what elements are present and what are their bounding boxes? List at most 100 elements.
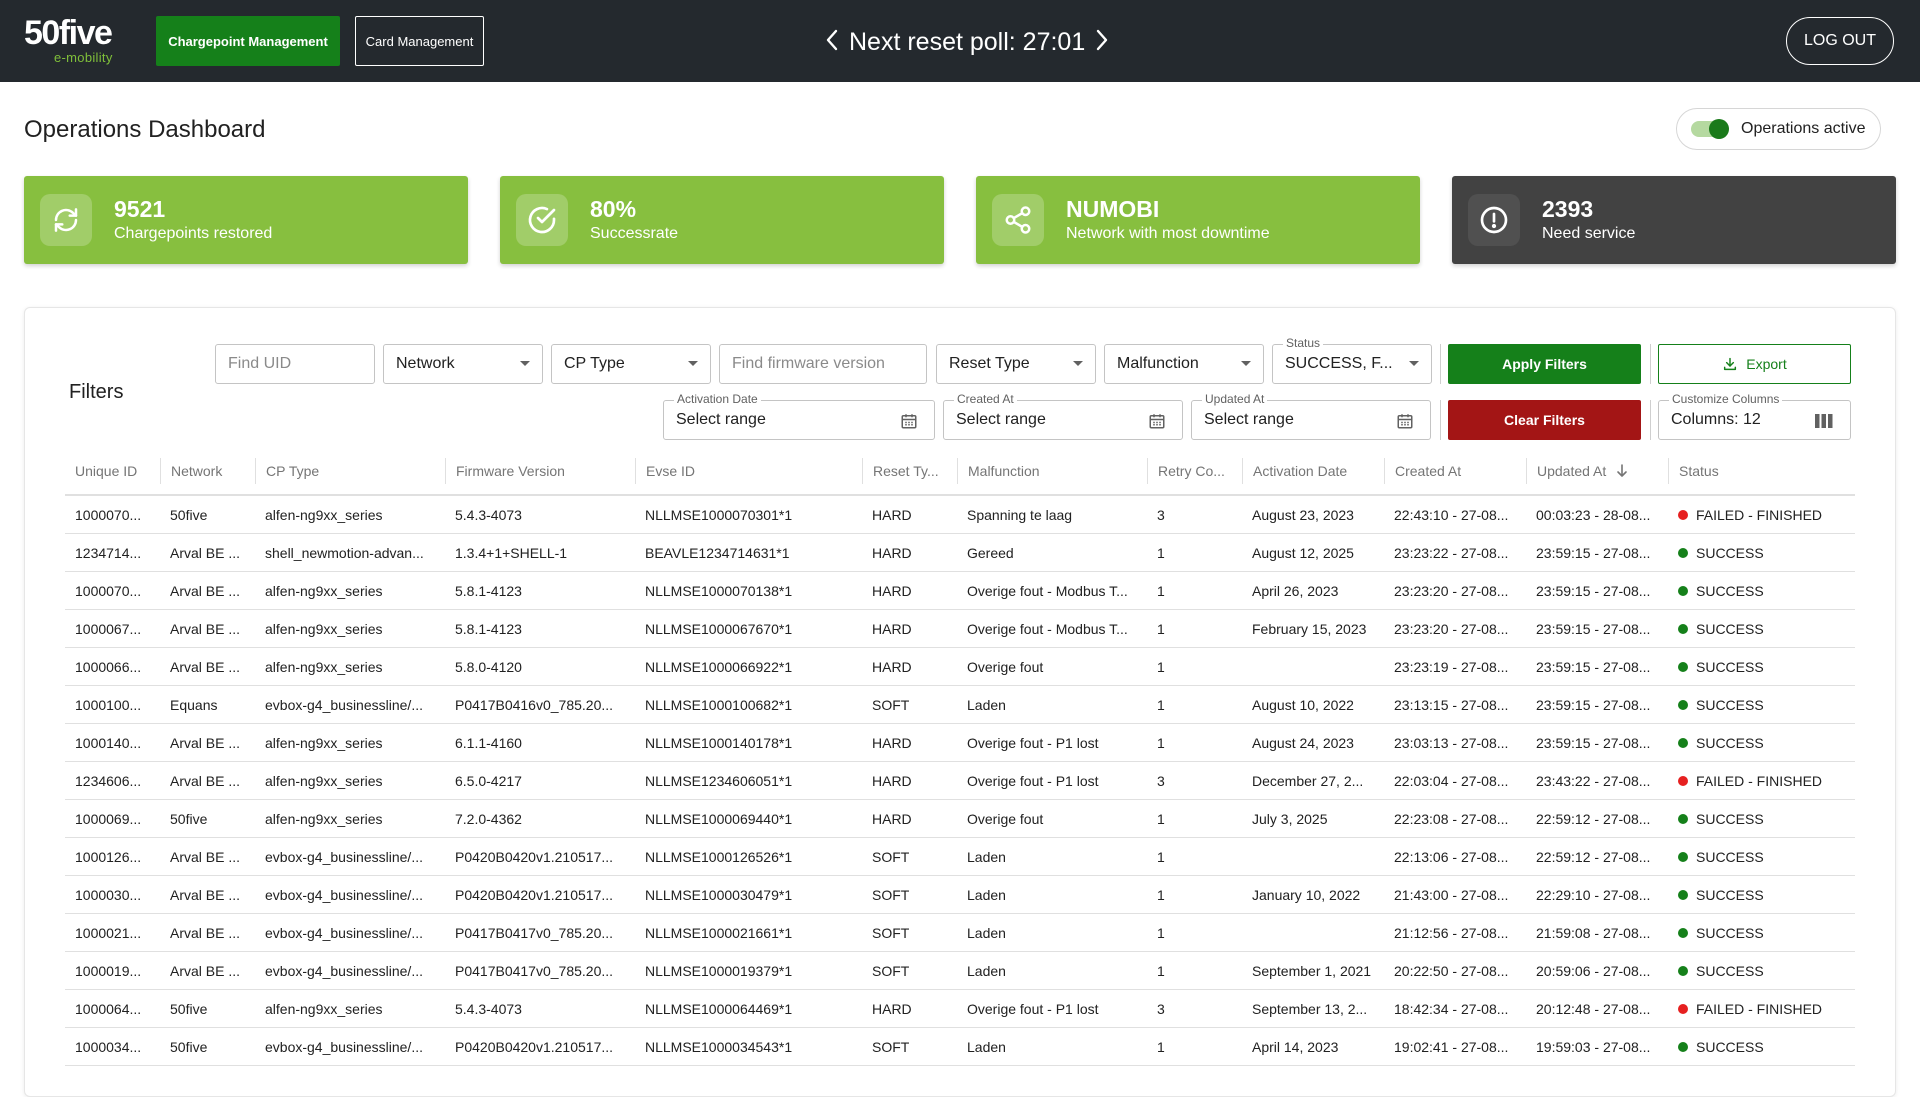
reset-type-select[interactable]: Reset Type — [936, 344, 1096, 384]
cp-type-select[interactable]: CP Type — [551, 344, 711, 384]
cell-evse-id: NLLMSE1000030479*1 — [645, 886, 793, 903]
cell-reset-type: HARD — [872, 772, 912, 789]
divider — [1440, 344, 1441, 384]
brand-logo[interactable]: 50five e-mobility — [24, 14, 134, 66]
table-row[interactable]: 1000070... Arval BE ... alfen-ng9xx_series… — [65, 572, 1855, 610]
cell-network: Arval BE ... — [170, 620, 241, 637]
nav-card-management[interactable]: Card Management — [355, 16, 484, 66]
malfunction-select[interactable]: Malfunction — [1104, 344, 1264, 384]
cell-malfunction: Overige fout — [967, 658, 1044, 675]
status-dot-icon — [1678, 509, 1688, 520]
operations-active-toggle[interactable]: Operations active — [1676, 108, 1881, 150]
table-row[interactable]: 1000140... Arval BE ... alfen-ng9xx_series… — [65, 724, 1855, 762]
table-row[interactable]: 1000069... 50five alfen-ng9xx_series 7.2.0-… — [65, 800, 1855, 838]
table-row[interactable]: 1000030... Arval BE ... evbox-g4_businessl… — [65, 876, 1855, 914]
column-header-cp-type[interactable]: CP Type — [255, 458, 445, 484]
column-header-activation-date[interactable]: Activation Date — [1242, 458, 1384, 484]
page-title: Operations Dashboard — [24, 116, 266, 143]
cell-updated-at: 19:59:03 - 27-08... — [1536, 1038, 1651, 1055]
cell-unique-id: 1000100... — [75, 696, 142, 713]
caret-down-icon — [1409, 361, 1419, 366]
caret-down-icon — [520, 361, 530, 366]
cell-retry-count: 1 — [1157, 544, 1165, 561]
cell-evse-id: NLLMSE1000067670*1 — [645, 620, 793, 637]
sort-arrow-down-icon[interactable] — [1616, 464, 1628, 478]
calendar-icon[interactable] — [1148, 412, 1166, 430]
table-row[interactable]: 1000021... Arval BE ... evbox-g4_businessl… — [65, 914, 1855, 952]
cell-evse-id: NLLMSE1000021661*1 — [645, 924, 793, 941]
table-row[interactable]: 1000070... 50five alfen-ng9xx_series 5.4.3-… — [65, 496, 1855, 534]
find-uid-input[interactable]: Find UID — [215, 344, 375, 384]
cell-malfunction: Laden — [967, 696, 1006, 713]
cell-evse-id: NLLMSE1234606051*1 — [645, 772, 793, 789]
table-row[interactable]: 1000066... Arval BE ... alfen-ng9xx_series… — [65, 648, 1855, 686]
activation-date-label: Activation Date — [674, 392, 761, 406]
cell-created-at: 23:23:19 - 27-08... — [1394, 658, 1509, 675]
clear-filters-button[interactable]: Clear Filters — [1448, 400, 1641, 440]
created-at-picker[interactable]: Created At Select range — [943, 392, 1183, 440]
column-header-retry-count[interactable]: Retry Co... — [1147, 458, 1242, 484]
chevron-right-icon[interactable] — [1085, 27, 1119, 57]
cell-status: SUCCESS — [1668, 534, 1855, 572]
cell-cp-type: evbox-g4_businessline/... — [265, 924, 423, 941]
cell-created-at: 19:02:41 - 27-08... — [1394, 1038, 1509, 1055]
table-row[interactable]: 1000067... Arval BE ... alfen-ng9xx_series… — [65, 610, 1855, 648]
stat-label: Chargepoints restored — [114, 225, 273, 242]
nav-chargepoint-management[interactable]: Chargepoint Management — [156, 16, 340, 66]
cell-unique-id: 1000070... — [75, 582, 142, 599]
export-button[interactable]: Export — [1658, 344, 1851, 384]
table-row[interactable]: 1000034... 50five evbox-g4_businessline/..… — [65, 1028, 1855, 1066]
cell-created-at: 23:23:20 - 27-08... — [1394, 582, 1509, 599]
table-row[interactable]: 1000100... Equans evbox-g4_businessline/..… — [65, 686, 1855, 724]
top-navigation-bar: 50five e-mobility Chargepoint Management… — [0, 0, 1920, 82]
cell-reset-type: SOFT — [872, 696, 910, 713]
table-row[interactable]: 1234606... Arval BE ... alfen-ng9xx_series… — [65, 762, 1855, 800]
calendar-icon[interactable] — [900, 412, 918, 430]
status-text: SUCCESS — [1696, 734, 1764, 751]
activation-date-value: Select range — [676, 411, 766, 428]
logout-button[interactable]: LOG OUT — [1786, 17, 1894, 65]
cell-reset-type: HARD — [872, 544, 912, 561]
table-row[interactable]: 1000019... Arval BE ... evbox-g4_businessl… — [65, 952, 1855, 990]
cell-network: Arval BE ... — [170, 962, 241, 979]
column-header-firmware-version[interactable]: Firmware Version — [445, 458, 635, 484]
cell-activation-date: August 23, 2023 — [1252, 506, 1354, 523]
cell-reset-type: SOFT — [872, 924, 910, 941]
cell-evse-id: NLLMSE1000066922*1 — [645, 658, 793, 675]
status-select[interactable]: Status SUCCESS, F... — [1272, 336, 1432, 384]
column-header-evse-id[interactable]: Evse ID — [635, 458, 862, 484]
firmware-version-input[interactable]: Find firmware version — [719, 344, 927, 384]
toggle-switch[interactable] — [1691, 119, 1729, 139]
updated-at-picker[interactable]: Updated At Select range — [1191, 392, 1431, 440]
column-header-created-at[interactable]: Created At — [1384, 458, 1526, 484]
column-header-reset-type[interactable]: Reset Ty... — [862, 458, 957, 484]
cell-firmware-version: P0417B0416v0_785.20... — [455, 696, 614, 713]
refresh-icon — [40, 194, 92, 246]
column-header-unique-id[interactable]: Unique ID — [65, 458, 160, 484]
chevron-left-icon[interactable] — [815, 27, 849, 57]
cell-firmware-version: 5.8.1-4123 — [455, 582, 522, 599]
cell-reset-type: HARD — [872, 658, 912, 675]
cell-unique-id: 1000019... — [75, 962, 142, 979]
cell-network: Arval BE ... — [170, 772, 241, 789]
table-row[interactable]: 1234714... Arval BE ... shell_newmotion-ad… — [65, 534, 1855, 572]
reset-poll-label: Next reset poll: 27:01 — [849, 27, 1086, 56]
cell-unique-id: 1000064... — [75, 1000, 142, 1017]
stat-card-network-downtime: NUMOBI Network with most downtime — [976, 176, 1420, 264]
table-row[interactable]: 1000064... 50five alfen-ng9xx_series 5.4.3-… — [65, 990, 1855, 1028]
table-row[interactable]: 1000126... Arval BE ... evbox-g4_businessl… — [65, 838, 1855, 876]
calendar-icon[interactable] — [1396, 412, 1414, 430]
column-header-network[interactable]: Network — [160, 458, 255, 484]
cell-status: SUCCESS — [1668, 610, 1855, 648]
customize-columns-button[interactable]: Customize Columns Columns: 12 — [1658, 392, 1851, 440]
cell-firmware-version: 5.8.0-4120 — [455, 658, 522, 675]
cell-unique-id: 1000126... — [75, 848, 142, 865]
apply-filters-button[interactable]: Apply Filters — [1448, 344, 1641, 384]
column-header-status[interactable]: Status — [1668, 458, 1855, 484]
column-header-malfunction[interactable]: Malfunction — [957, 458, 1147, 484]
network-select[interactable]: Network — [383, 344, 543, 384]
cell-malfunction: Laden — [967, 886, 1006, 903]
cell-status: SUCCESS — [1668, 572, 1855, 610]
column-header-updated-at[interactable]: Updated At — [1526, 458, 1668, 484]
activation-date-picker[interactable]: Activation Date Select range — [663, 392, 935, 440]
